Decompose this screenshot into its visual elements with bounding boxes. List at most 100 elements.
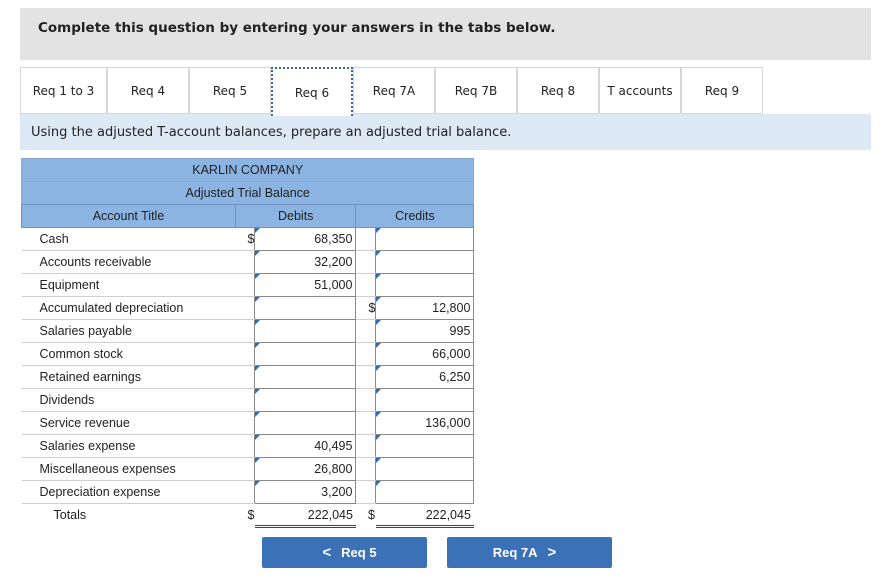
tab-req-7a[interactable]: Req 7A	[353, 67, 435, 114]
account-title: Depreciation expense	[21, 480, 236, 504]
company-name: KARLIN COMPANY	[20, 158, 475, 182]
account-title: Dividends	[21, 388, 236, 412]
debit-currency	[235, 411, 255, 435]
tab-req-7b[interactable]: Req 7B	[435, 67, 517, 114]
credit-input[interactable]	[375, 273, 475, 297]
debit-input[interactable]	[254, 342, 357, 366]
account-title: Accumulated depreciation	[21, 296, 236, 320]
prompt-bar: Using the adjusted T-account balances, p…	[20, 114, 871, 150]
totals-credit: 222,045	[375, 503, 474, 528]
credit-currency	[355, 434, 376, 458]
table-row: Accounts receivable 32,200	[21, 250, 475, 274]
account-title: Common stock	[21, 342, 236, 366]
prev-button-label: Req 5	[341, 545, 377, 560]
table-row: Depreciation expense 3,200	[21, 480, 475, 504]
debit-currency	[235, 342, 255, 366]
credit-currency	[355, 411, 376, 435]
debit-input[interactable]: 68,350	[254, 227, 357, 251]
tab-req-8[interactable]: Req 8	[517, 67, 599, 114]
table-row: Dividends	[21, 388, 475, 412]
credit-currency	[355, 250, 376, 274]
trial-balance-table: KARLIN COMPANY Adjusted Trial Balance Ac…	[20, 158, 475, 528]
debit-input[interactable]: 51,000	[254, 273, 357, 297]
debit-input[interactable]	[254, 388, 357, 412]
col-debits: Debits	[234, 204, 357, 228]
credit-currency	[355, 273, 376, 297]
credit-currency	[355, 365, 376, 389]
prev-button[interactable]: < Req 5	[262, 537, 427, 568]
credit-input[interactable]: 136,000	[375, 411, 475, 435]
debit-currency: $	[235, 227, 255, 251]
credit-input[interactable]	[375, 227, 475, 251]
credit-input[interactable]	[375, 250, 475, 274]
credit-input[interactable]: 66,000	[375, 342, 475, 366]
next-button[interactable]: Req 7A >	[447, 537, 612, 568]
debit-input[interactable]: 3,200	[254, 480, 357, 504]
totals-debit-currency: $	[247, 508, 255, 523]
debit-currency	[235, 457, 255, 481]
debit-currency	[235, 388, 255, 412]
table-row: Equipment 51,000	[21, 273, 475, 297]
debit-input[interactable]	[254, 296, 357, 320]
account-title: Salaries payable	[21, 319, 236, 343]
account-title: Miscellaneous expenses	[21, 457, 236, 481]
debit-input[interactable]: 40,495	[254, 434, 357, 458]
account-title: Cash	[21, 227, 236, 251]
table-row: Retained earnings 6,250	[21, 365, 475, 389]
account-title: Accounts receivable	[21, 250, 236, 274]
credit-input[interactable]: 6,250	[375, 365, 475, 389]
credit-input[interactable]	[375, 480, 475, 504]
credit-currency	[355, 342, 376, 366]
chevron-left-icon: <	[322, 544, 332, 561]
credit-currency	[355, 480, 376, 504]
table-row: Service revenue 136,000	[21, 411, 475, 435]
credit-currency	[355, 388, 376, 412]
debit-currency	[235, 434, 255, 458]
totals-label: Totals	[53, 508, 87, 523]
credit-currency	[355, 319, 376, 343]
tab-req-6[interactable]: Req 6	[271, 67, 353, 116]
table-row: Salaries payable 995	[21, 319, 475, 343]
credit-input[interactable]	[375, 388, 475, 412]
debit-currency	[235, 319, 255, 343]
credit-input[interactable]: 12,800	[375, 296, 475, 320]
credit-currency: $	[355, 296, 376, 320]
account-title: Salaries expense	[21, 434, 236, 458]
debit-input[interactable]	[254, 411, 357, 435]
next-button-label: Req 7A	[492, 545, 538, 560]
credit-input[interactable]	[375, 434, 475, 458]
totals-debit: 222,045	[254, 503, 356, 528]
credit-input[interactable]: 995	[375, 319, 475, 343]
debit-currency	[235, 296, 255, 320]
col-credits: Credits	[355, 204, 475, 228]
chevron-right-icon: >	[547, 544, 557, 561]
table-row: Accumulated depreciation $12,800	[21, 296, 475, 320]
credit-currency	[355, 227, 376, 251]
credit-input[interactable]	[375, 457, 475, 481]
tab-req-9[interactable]: Req 9	[681, 67, 763, 114]
table-title: Adjusted Trial Balance	[20, 181, 475, 205]
debit-currency	[235, 480, 255, 504]
col-account-title: Account Title	[21, 204, 236, 228]
debit-currency	[235, 273, 255, 297]
debit-input[interactable]: 26,800	[254, 457, 357, 481]
tab-t-accounts[interactable]: T accounts	[599, 67, 681, 114]
account-title: Service revenue	[21, 411, 236, 435]
account-title: Equipment	[21, 273, 236, 297]
credit-currency	[355, 457, 376, 481]
tab-req-5[interactable]: Req 5	[189, 67, 271, 114]
tab-req-4[interactable]: Req 4	[107, 67, 189, 114]
debit-input[interactable]	[254, 319, 357, 343]
debit-input[interactable]	[254, 365, 357, 389]
debit-currency	[235, 250, 255, 274]
instructions-banner: Complete this question by entering your …	[20, 8, 871, 60]
tab-req-1-to-3[interactable]: Req 1 to 3	[20, 67, 107, 114]
debit-input[interactable]: 32,200	[254, 250, 357, 274]
debit-currency	[235, 365, 255, 389]
account-title: Retained earnings	[21, 365, 236, 389]
table-row: Miscellaneous expenses 26,800	[21, 457, 475, 481]
table-row: Cash $68,350	[21, 227, 475, 251]
totals-row: Totals $ 222,045 $ 222,045	[22, 503, 474, 528]
prompt-text: Using the adjusted T-account balances, p…	[31, 125, 512, 140]
totals-credit-currency: $	[367, 508, 375, 523]
